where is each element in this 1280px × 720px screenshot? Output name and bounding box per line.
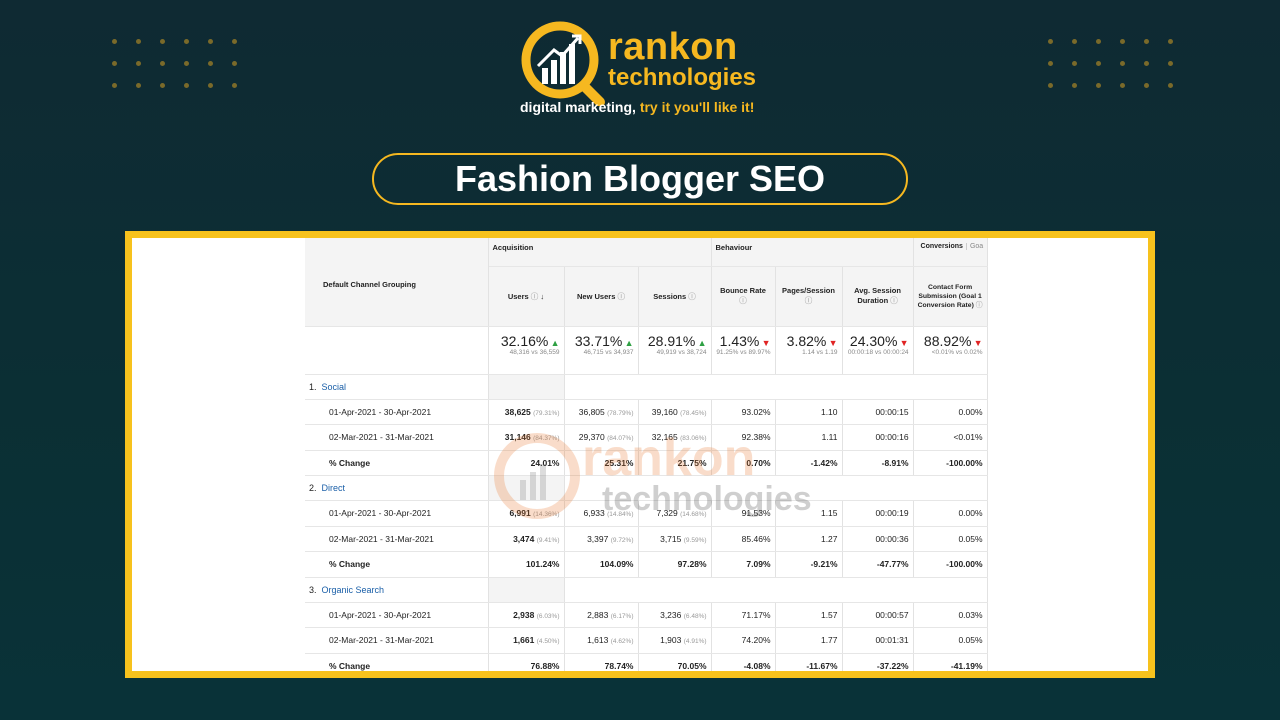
change-row: % Change 24.01% 25.31% 21.75% 0.70% -1.4… — [305, 450, 988, 476]
channel-name-cell[interactable]: 2. Direct — [305, 475, 489, 501]
channel-name-cell[interactable]: 1. Social — [305, 374, 489, 400]
table-row: 02-Mar-2021 - 31-Mar-2021 1,661 (4.50%) … — [305, 627, 988, 654]
help-icon: ⓘ — [530, 291, 539, 301]
goal-tab[interactable]: Goa — [965, 243, 986, 250]
behaviour-group-header: Behaviour — [711, 238, 914, 267]
summary-bounce-rate: 1.43% ▼ 91.25% vs 89.97% — [711, 326, 776, 375]
summary-new-users: 33.71% ▲ 46,715 vs 34,937 — [564, 326, 639, 375]
chart-magnifier-icon — [521, 21, 605, 106]
help-icon: ⓘ — [688, 291, 696, 301]
col-users[interactable]: Users ⓘ ↓ — [488, 266, 565, 327]
summary-row: 32.16% ▲ 48,316 vs 36,559 33.71% ▲ 46,715 … — [305, 326, 988, 375]
analytics-report: Default Channel Grouping Acquisition Beh… — [305, 238, 988, 671]
help-icon: ⓘ — [804, 296, 813, 305]
brand-tagline: digital marketing, try it you'll like it… — [520, 99, 754, 115]
summary-conversion: 88.92% ▼ <0.01% vs 0.02% — [913, 326, 988, 375]
table-row: 01-Apr-2021 - 30-Apr-2021 2,938 (6.03%) … — [305, 602, 988, 628]
title-banner: Fashion Blogger SEO — [372, 153, 908, 205]
col-pages-session[interactable]: Pages/Session ⓘ — [775, 266, 843, 327]
col-new-users[interactable]: New Users ⓘ — [564, 266, 639, 327]
conversions-tab[interactable]: Conversions — [918, 243, 966, 250]
arrow-up-icon: ▲ — [550, 337, 560, 348]
tagline-part2: try it you'll like it! — [639, 99, 755, 115]
arrow-down-icon: ▼ — [899, 337, 909, 348]
conversions-group-header: Conversions Goa — [913, 238, 988, 267]
channel-link[interactable]: Social — [322, 382, 347, 392]
channel-link[interactable]: Direct — [322, 483, 346, 493]
decorative-dots-left — [112, 39, 256, 105]
sort-down-icon[interactable]: ↓ — [540, 292, 544, 301]
arrow-down-icon: ▼ — [761, 337, 771, 348]
page-title: Fashion Blogger SEO — [454, 158, 826, 199]
channel-row[interactable]: 3. Organic Search — [305, 577, 988, 603]
brand-name: rankon — [608, 26, 738, 68]
arrow-down-icon: ▼ — [828, 337, 838, 348]
summary-avg-session: 24.30% ▼ 00:00:18 vs 00:00:24 — [842, 326, 914, 375]
help-icon: ⓘ — [739, 296, 747, 305]
help-icon: ⓘ — [975, 301, 983, 309]
decorative-dots-right — [1048, 39, 1192, 105]
channel-report-table: Default Channel Grouping Acquisition Beh… — [305, 238, 988, 671]
arrow-down-icon: ▼ — [973, 337, 983, 348]
help-icon: ⓘ — [617, 291, 625, 301]
channel-link[interactable]: Organic Search — [322, 585, 385, 595]
table-row: 01-Apr-2021 - 30-Apr-2021 6,991 (14.36%)… — [305, 500, 988, 527]
change-row: % Change 101.24% 104.09% 97.28% 7.09% -9… — [305, 551, 988, 578]
channel-row[interactable]: 1. Social — [305, 374, 988, 400]
change-row: % Change 76.88% 78.74% 70.05% -4.08% -11… — [305, 653, 988, 671]
table-row: 02-Mar-2021 - 31-Mar-2021 31,146 (84.37%… — [305, 424, 988, 451]
table-row: 02-Mar-2021 - 31-Mar-2021 3,474 (9.41%) … — [305, 526, 988, 552]
channel-name-cell[interactable]: 3. Organic Search — [305, 577, 489, 603]
channel-row[interactable]: 2. Direct — [305, 475, 988, 501]
help-icon: ⓘ — [890, 296, 898, 305]
acquisition-group-header: Acquisition — [488, 238, 712, 267]
col-avg-session[interactable]: Avg. Session Duration ⓘ — [842, 266, 914, 327]
screenshot-frame: Default Channel Grouping Acquisition Beh… — [125, 231, 1155, 678]
dimension-header[interactable]: Default Channel Grouping — [305, 238, 489, 327]
summary-sessions: 28.91% ▲ 49,919 vs 38,724 — [638, 326, 712, 375]
col-bounce-rate[interactable]: Bounce Rate ⓘ — [711, 266, 776, 327]
arrow-up-icon: ▲ — [697, 337, 707, 348]
tagline-part1: digital marketing, — [520, 99, 640, 115]
screenshot-panel: Default Channel Grouping Acquisition Beh… — [132, 238, 1148, 671]
summary-pages-session: 3.82% ▼ 1.14 vs 1.19 — [775, 326, 843, 375]
summary-label — [305, 326, 489, 375]
col-sessions[interactable]: Sessions ⓘ — [638, 266, 712, 327]
col-conversion[interactable]: Contact Form Submission (Goal 1 Conversi… — [913, 266, 988, 327]
arrow-up-icon: ▲ — [624, 337, 634, 348]
table-row: 01-Apr-2021 - 30-Apr-2021 38,625 (79.31%… — [305, 399, 988, 425]
summary-users: 32.16% ▲ 48,316 vs 36,559 — [488, 326, 565, 375]
brand-name-line2: technologies — [608, 64, 757, 91]
